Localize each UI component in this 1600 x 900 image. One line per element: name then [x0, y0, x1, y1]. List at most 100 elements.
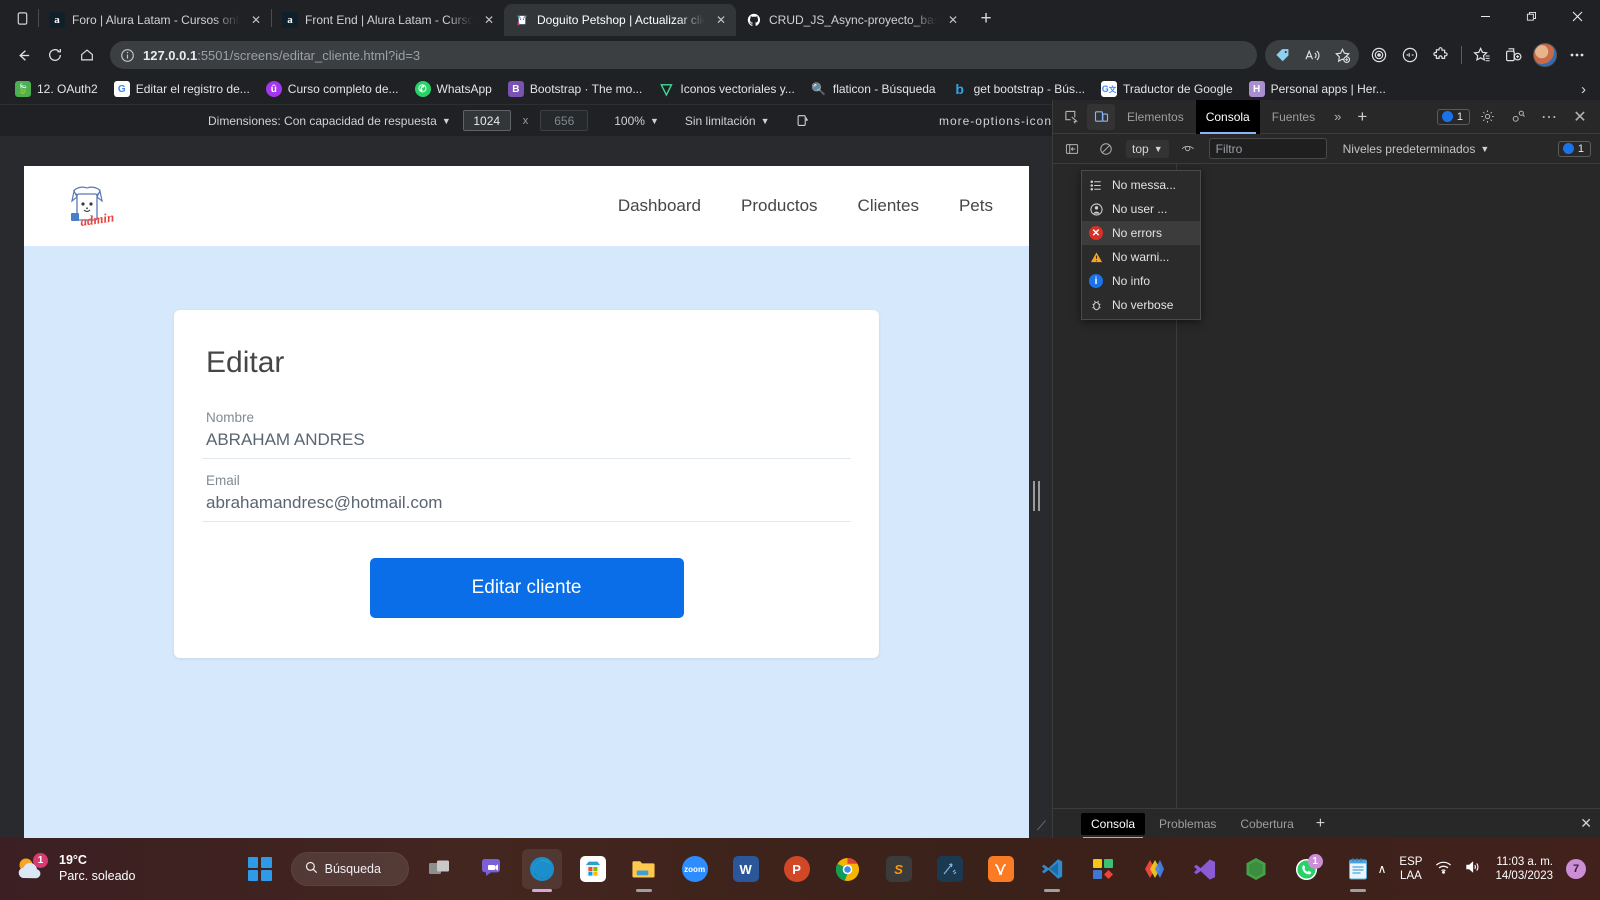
console-context-selector[interactable]: top ▼	[1126, 139, 1169, 158]
toggle-device-toolbar-icon[interactable]	[1087, 103, 1115, 130]
bookmark-item[interactable]: 🍃 12. OAuth2	[8, 78, 105, 100]
viewport-width-input[interactable]: 1024	[462, 110, 511, 131]
devtools-tab-elementos[interactable]: Elementos	[1117, 100, 1194, 134]
live-expression-eye-icon[interactable]	[1175, 136, 1203, 162]
nombre-input[interactable]: ABRAHAM ANDRES	[206, 430, 847, 450]
bookmark-item[interactable]: G Editar el registro de...	[107, 78, 257, 100]
add-favorite-icon[interactable]	[1327, 40, 1357, 70]
drawer-tab-problemas[interactable]: Problemas	[1149, 813, 1226, 835]
console-level-count-badge[interactable]: 1	[1557, 140, 1591, 157]
drawer-tab-consola[interactable]: Consola	[1081, 812, 1146, 839]
info-circle-icon[interactable]	[120, 48, 135, 63]
inspect-element-icon[interactable]	[1057, 104, 1085, 130]
more-devtools-tabs-icon[interactable]: »	[1327, 109, 1348, 124]
settings-more-icon[interactable]	[1562, 40, 1592, 70]
drawer-tab-cobertura[interactable]: Cobertura	[1230, 813, 1303, 835]
viewport-resize-handle-corner[interactable]: ⟋	[1037, 818, 1046, 834]
microsoft-store-button[interactable]	[573, 849, 613, 889]
minimize-button[interactable]	[1462, 0, 1508, 32]
tab-search-icon[interactable]	[6, 2, 38, 34]
nav-link-productos[interactable]: Productos	[741, 196, 818, 216]
close-tab-button[interactable]: ✕	[480, 11, 498, 29]
wifi-icon[interactable]	[1435, 860, 1452, 879]
device-dimensions-selector[interactable]: Dimensiones: Con capacidad de respuesta …	[208, 114, 451, 128]
favorites-star-icon[interactable]	[1467, 40, 1497, 70]
dropdown-item-no-verbose[interactable]: No verbose	[1082, 293, 1200, 317]
zoom-button[interactable]: zoom	[675, 849, 715, 889]
back-arrow-icon[interactable]	[8, 40, 38, 70]
doguito-admin-logo[interactable]: admin	[60, 179, 115, 233]
close-tab-button[interactable]: ✕	[712, 11, 730, 29]
taskbar-search-button[interactable]: Búsqueda	[290, 852, 409, 886]
taskbar-weather-widget[interactable]: 1 19°C Parc. soleado	[0, 853, 240, 884]
notification-count-badge[interactable]: 7	[1566, 859, 1586, 879]
show-console-sidebar-icon[interactable]	[1058, 136, 1086, 162]
dropdown-item-no-messages[interactable]: No messa...	[1082, 173, 1200, 197]
close-window-button[interactable]	[1554, 0, 1600, 32]
bookmarks-overflow-button[interactable]: ›	[1575, 81, 1592, 98]
visual-paradigm-button[interactable]	[1134, 849, 1174, 889]
bookmark-item[interactable]: G文 Traductor de Google	[1094, 78, 1240, 100]
maximize-restore-button[interactable]	[1508, 0, 1554, 32]
add-devtools-tab-icon[interactable]: +	[1350, 107, 1374, 127]
close-drawer-icon[interactable]: ✕	[1580, 815, 1592, 832]
dropdown-item-no-info[interactable]: i No info	[1082, 269, 1200, 293]
navicat-button[interactable]	[930, 849, 970, 889]
price-tag-icon[interactable]	[1267, 40, 1297, 70]
console-output-area[interactable]: ›	[1177, 164, 1600, 808]
device-toolbar-more-icon[interactable]: more-options-icon	[939, 114, 1052, 128]
close-tab-button[interactable]: ✕	[944, 11, 962, 29]
add-drawer-tab-icon[interactable]: +	[1308, 815, 1333, 833]
nav-link-clientes[interactable]: Clientes	[858, 196, 919, 216]
bookmark-item[interactable]: ✆ WhatsApp	[408, 78, 499, 100]
viewport-height-input[interactable]: 656	[540, 110, 589, 131]
file-explorer-button[interactable]	[624, 849, 664, 892]
windows-start-button[interactable]	[240, 849, 280, 889]
volume-icon[interactable]	[1465, 860, 1482, 879]
taskbar-clock[interactable]: 11:03 a. m. 14/03/2023	[1495, 855, 1553, 883]
notepad-button[interactable]	[1338, 849, 1378, 892]
word-button[interactable]: W	[726, 849, 766, 889]
google-chrome-button[interactable]	[828, 849, 868, 889]
close-devtools-icon[interactable]: ✕	[1566, 104, 1594, 130]
task-view-button[interactable]	[420, 849, 460, 889]
xampp-button[interactable]	[981, 849, 1021, 889]
console-filter-input[interactable]: Filtro	[1208, 138, 1327, 159]
bookmark-item[interactable]: H Personal apps | Her...	[1242, 78, 1393, 100]
dropdown-item-no-user-messages[interactable]: No user ...	[1082, 197, 1200, 221]
browser-tab-3-active[interactable]: Doguito Petshop | Actualizar clie ✕	[504, 4, 736, 36]
bookmark-item[interactable]: b get bootstrap - Bús...	[945, 78, 1092, 100]
bookmark-item[interactable]: û Curso completo de...	[259, 78, 406, 100]
microsoft-edge-button[interactable]	[521, 849, 562, 892]
email-input[interactable]: abrahamandresc@hotmail.com	[206, 493, 847, 513]
zoom-selector[interactable]: 100% ▼	[614, 114, 659, 128]
console-levels-selector[interactable]: Niveles predeterminados ▼	[1343, 142, 1490, 156]
home-icon[interactable]	[72, 40, 102, 70]
browser-tab-1[interactable]: a Foro | Alura Latam - Cursos onlin ✕	[39, 4, 271, 36]
devtools-tab-fuentes[interactable]: Fuentes	[1262, 100, 1325, 134]
reload-icon[interactable]	[40, 40, 70, 70]
bookmark-item[interactable]: 🔍 flaticon - Búsqueda	[804, 78, 943, 100]
throttling-selector[interactable]: Sin limitación ▼	[685, 114, 770, 128]
visual-studio-button[interactable]	[1185, 849, 1225, 889]
dropdown-item-no-warnings[interactable]: No warni...	[1082, 245, 1200, 269]
new-tab-button[interactable]: +	[972, 5, 1000, 33]
collections-target-icon[interactable]	[1364, 40, 1394, 70]
vs-code-button[interactable]	[1032, 849, 1072, 892]
viewport-resize-handle-right[interactable]	[1033, 481, 1041, 511]
bookmark-item[interactable]: ▽ Iconos vectoriales y...	[651, 78, 802, 100]
browser-essentials-icon[interactable]	[1395, 40, 1425, 70]
powerpoint-button[interactable]: P	[777, 849, 817, 889]
gear-icon[interactable]	[1473, 104, 1501, 130]
close-tab-button[interactable]: ✕	[247, 11, 265, 29]
clear-console-icon[interactable]	[1092, 136, 1120, 162]
nav-link-dashboard[interactable]: Dashboard	[618, 196, 701, 216]
editar-cliente-button[interactable]: Editar cliente	[369, 558, 684, 618]
sublime-text-button[interactable]: S	[879, 849, 919, 889]
browser-tab-2[interactable]: a Front End | Alura Latam - Cursos ✕	[272, 4, 504, 36]
message-count-badge[interactable]: 1	[1436, 108, 1470, 125]
dock-more-options-icon[interactable]: ⋯	[1535, 104, 1563, 130]
devtools-tab-consola[interactable]: Consola	[1195, 99, 1260, 134]
nav-link-pets[interactable]: Pets	[959, 196, 993, 216]
microsoft-teams-button[interactable]	[471, 849, 511, 889]
